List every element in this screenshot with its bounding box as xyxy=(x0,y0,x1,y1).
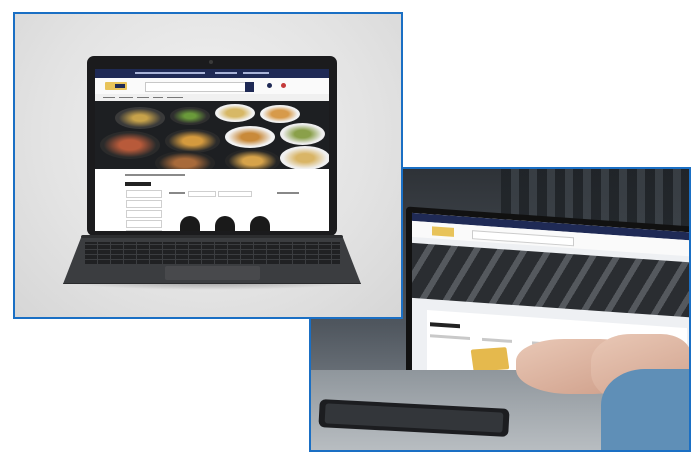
product-image xyxy=(250,216,270,231)
laptop-screen xyxy=(95,69,329,231)
account-icon xyxy=(267,83,272,88)
laptop-lid xyxy=(87,56,337,236)
page-title xyxy=(125,182,151,186)
site-hero xyxy=(412,242,689,318)
cart-icon xyxy=(281,83,286,88)
product-image xyxy=(215,216,235,231)
view-label xyxy=(277,192,299,194)
product-image xyxy=(180,216,200,231)
site-logo xyxy=(105,82,127,90)
photo-laptop-mockup xyxy=(13,12,403,319)
keyboard xyxy=(85,242,340,264)
filter-sidebar xyxy=(126,190,162,231)
sleeve xyxy=(601,369,689,450)
sort-select xyxy=(218,191,252,197)
site-topbar xyxy=(95,69,329,78)
site-nav xyxy=(95,94,329,101)
trackpad xyxy=(165,266,260,280)
site-logo xyxy=(432,226,454,237)
site-search xyxy=(145,82,247,92)
site-search xyxy=(472,230,574,247)
product-card xyxy=(470,347,510,372)
camera-icon xyxy=(209,60,213,64)
filter-select xyxy=(188,191,216,197)
site-header xyxy=(95,78,329,94)
filter-label xyxy=(169,192,185,194)
site-hero xyxy=(95,101,329,169)
search-icon xyxy=(245,82,254,92)
breadcrumb xyxy=(125,174,185,176)
